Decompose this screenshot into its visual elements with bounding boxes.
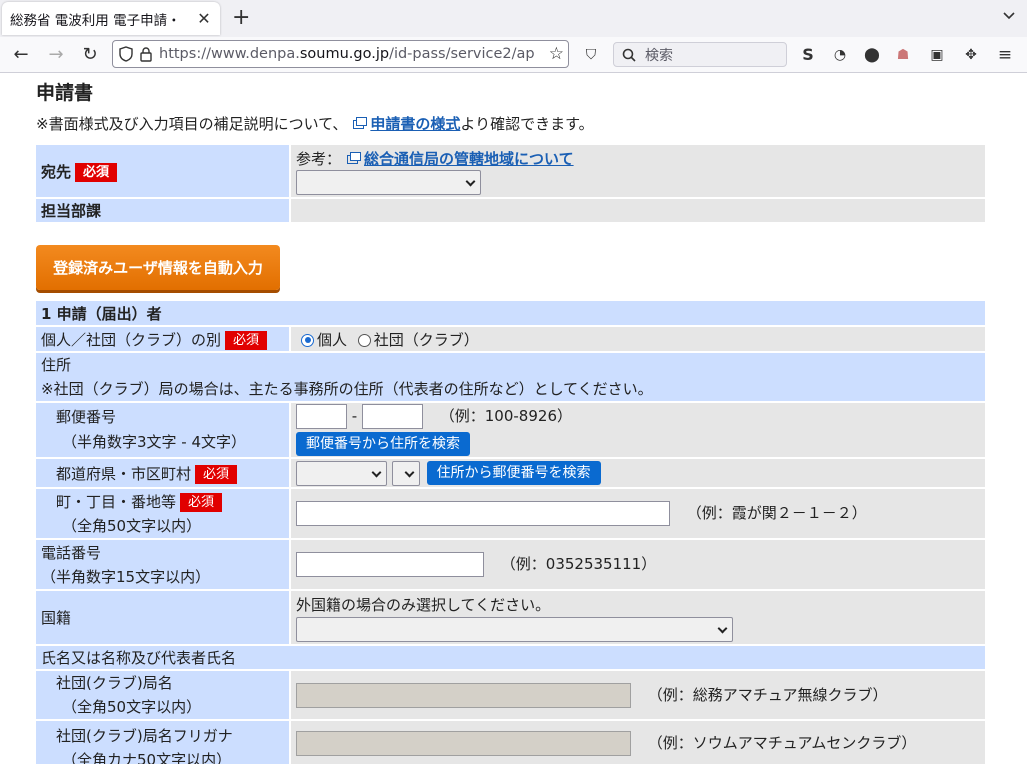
club-kana-input[interactable] xyxy=(296,731,631,756)
page-title: 申請書 xyxy=(36,82,94,104)
street-value-cell: （例：霞が関２－１－２） xyxy=(289,489,985,538)
extension-gauge-icon[interactable]: ◔ xyxy=(831,46,849,64)
phone-input[interactable] xyxy=(296,552,484,577)
form-template-link[interactable]: 申請書の様式 xyxy=(370,115,460,133)
external-link-icon xyxy=(353,117,368,129)
club-kana-label-cell: 社団(クラブ)局名フリガナ （全角カナ50文字以内） xyxy=(36,721,289,764)
required-badge: 必須 xyxy=(195,464,238,484)
nationality-select[interactable] xyxy=(296,616,733,642)
search-box[interactable]: 検索 xyxy=(613,42,787,67)
extension-circles-icon[interactable]: ⬤ xyxy=(863,46,881,64)
radio-club[interactable] xyxy=(357,333,371,347)
name-section-header: 氏名又は名称及び代表者氏名 xyxy=(36,646,985,669)
search-icon xyxy=(622,48,636,62)
form-note: ※書面様式及び入力項目の補足説明について、 申請書の様式より確認できます。 xyxy=(36,115,594,133)
required-badge: 必須 xyxy=(180,492,223,512)
tab-title: 総務省 電波利用 電子申請・ xyxy=(10,12,181,29)
chevron-down-icon[interactable] xyxy=(1003,10,1015,22)
external-link-icon xyxy=(347,151,362,164)
postal-value-cell: - （例：100-8926） 郵便番号から住所を検索 xyxy=(289,403,985,457)
address-header: 住所 ※社団（クラブ）局の場合は、主たる事務所の住所（代表者の住所など）としてく… xyxy=(36,353,985,401)
destination-label-cell: 宛先 必須 xyxy=(36,145,289,197)
autofill-button[interactable]: 登録済みユーザ情報を自動入力 xyxy=(36,245,280,290)
section-1-title: 1 申請（届出）者 xyxy=(36,301,985,325)
extension-s-icon[interactable]: S xyxy=(799,46,817,64)
street-input[interactable] xyxy=(296,501,670,526)
tab-strip: 総務省 電波利用 電子申請・ ✕ + xyxy=(0,0,1027,37)
club-name-input[interactable] xyxy=(296,682,631,708)
pocket-icon[interactable]: ⛉ xyxy=(582,46,600,64)
menu-icon[interactable]: ≡ xyxy=(996,46,1014,64)
club-kana-value-cell: （例：ソウムアマチュアムセンクラブ） xyxy=(289,721,985,764)
nationality-value-cell: 外国籍の場合のみ選択してください。 xyxy=(289,591,985,644)
required-badge: 必須 xyxy=(225,330,268,350)
phone-value-cell: （例：0352535111） xyxy=(289,540,985,589)
street-label-cell: 町・丁目・番地等 必須 （全角50文字以内） xyxy=(36,489,289,538)
new-tab-icon[interactable]: + xyxy=(232,6,250,30)
required-badge: 必須 xyxy=(75,162,118,182)
bookmark-star-icon[interactable]: ☆ xyxy=(549,44,564,64)
address-bar[interactable]: https://www.denpa.soumu.go.jp/id-pass/se… xyxy=(112,40,569,68)
destination-value-cell: 参考： 総合通信局の管轄地域について xyxy=(289,145,985,197)
destination-select[interactable] xyxy=(296,169,481,195)
prefecture-value-cell: 住所から郵便番号を検索 xyxy=(289,459,985,487)
department-label: 担当部課 xyxy=(36,199,289,222)
extension-avatar-icon[interactable]: ☗ xyxy=(894,46,912,64)
club-name-value-cell: （例：総務アマチュア無線クラブ） xyxy=(289,671,985,719)
type-radio-group: 個人 社団（クラブ） xyxy=(289,327,985,351)
browser-tab[interactable]: 総務省 電波利用 電子申請・ ✕ xyxy=(2,2,220,35)
club-name-label-cell: 社団(クラブ)局名 （全角50文字以内） xyxy=(36,671,289,719)
postal-search-button[interactable]: 郵便番号から住所を検索 xyxy=(296,432,470,456)
extensions-puzzle-icon[interactable]: ✥ xyxy=(962,46,980,64)
page-content: 申請書 ※書面様式及び入力項目の補足説明について、 申請書の様式より確認できます。… xyxy=(0,73,1027,764)
phone-label-cell: 電話番号 （半角数字15文字以内） xyxy=(36,540,289,589)
radio-individual[interactable] xyxy=(301,333,314,347)
postal-label-cell: 郵便番号 （半角数字3文字 - 4文字） xyxy=(36,403,289,457)
prefecture-label-cell: 都道府県・市区町村 必須 xyxy=(36,459,289,487)
close-tab-icon[interactable]: ✕ xyxy=(196,9,212,28)
destination-table: 宛先 必須 参考： 総合通信局の管轄地域について 担当部課 xyxy=(36,143,985,224)
city-select[interactable] xyxy=(391,460,420,486)
postal-code-first-input[interactable] xyxy=(296,404,347,429)
search-placeholder: 検索 xyxy=(645,47,673,64)
nationality-label: 国籍 xyxy=(36,591,289,644)
reload-icon[interactable]: ↻ xyxy=(79,44,101,66)
container-icon[interactable]: ▣ xyxy=(928,46,946,64)
address-search-button[interactable]: 住所から郵便番号を検索 xyxy=(426,461,601,485)
back-icon[interactable]: ← xyxy=(10,44,32,66)
department-value xyxy=(289,199,985,222)
shield-icon[interactable] xyxy=(119,46,133,62)
lock-icon[interactable] xyxy=(139,46,153,62)
applicant-table: 1 申請（届出）者 個人／社団（クラブ）の別 必須 個人 社団（クラブ） 住所 ※… xyxy=(36,299,985,764)
jurisdiction-link[interactable]: 総合通信局の管轄地域について xyxy=(364,150,574,168)
forward-icon[interactable]: → xyxy=(45,44,67,66)
postal-code-second-input[interactable] xyxy=(361,404,423,429)
prefecture-select[interactable] xyxy=(296,460,387,486)
navigation-toolbar: ← → ↻ https://www.denpa.soumu.go.jp/id-p… xyxy=(0,37,1027,73)
url-text: https://www.denpa.soumu.go.jp/id-pass/se… xyxy=(159,46,535,62)
type-label-cell: 個人／社団（クラブ）の別 必須 xyxy=(36,327,289,351)
